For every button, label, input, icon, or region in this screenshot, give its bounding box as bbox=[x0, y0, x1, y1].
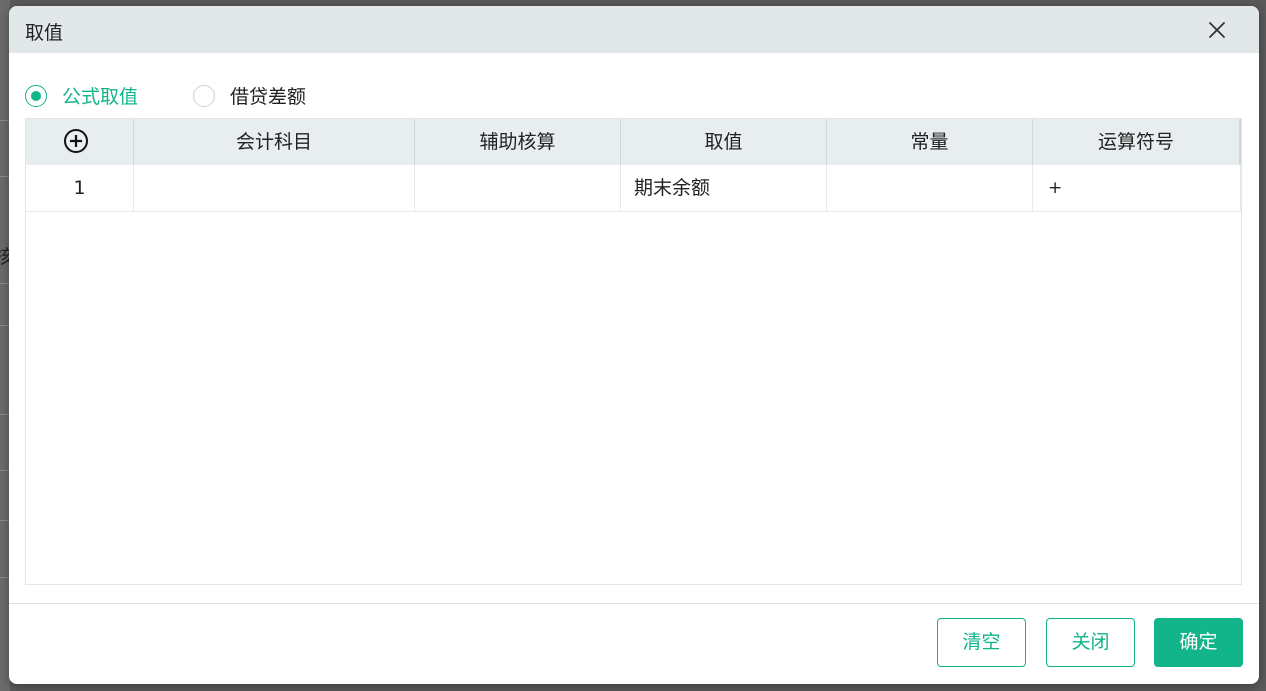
header-cell-add bbox=[26, 119, 134, 165]
header-cell-account: 会计科目 bbox=[134, 119, 415, 165]
header-cell-auxiliary: 辅助核算 bbox=[415, 119, 621, 165]
close-icon bbox=[1209, 22, 1225, 38]
footer-divider bbox=[9, 603, 1259, 604]
dialog-title: 取值 bbox=[25, 22, 64, 44]
cell-auxiliary[interactable] bbox=[415, 165, 621, 211]
radio-unchecked-icon bbox=[193, 84, 215, 107]
header-cell-constant: 常量 bbox=[827, 119, 1033, 165]
plus-circle-icon[interactable] bbox=[62, 127, 90, 155]
radio-debit-credit-diff[interactable]: 借贷差额 bbox=[193, 82, 306, 109]
radio-formula-value[interactable]: 公式取值 bbox=[25, 82, 138, 109]
formula-table: 会计科目 辅助核算 取值 常量 运算符号 1 期末余额 + bbox=[25, 118, 1242, 585]
close-dialog-button[interactable]: 关闭 bbox=[1046, 618, 1135, 667]
cell-account[interactable] bbox=[134, 165, 415, 211]
value-dialog: 取值 公式取值 借贷差额 会计科目 辅助核算 取值 常量 运算符号 1 期末余额… bbox=[9, 6, 1259, 684]
row-index: 1 bbox=[26, 165, 134, 211]
cell-constant[interactable] bbox=[827, 165, 1033, 211]
cell-value-type[interactable]: 期末余额 bbox=[621, 165, 827, 211]
radio-label: 借贷差额 bbox=[230, 86, 307, 108]
table-header: 会计科目 辅助核算 取值 常量 运算符号 bbox=[26, 119, 1241, 165]
cell-operator[interactable]: + bbox=[1033, 165, 1241, 211]
close-button[interactable] bbox=[1202, 15, 1232, 45]
radio-label: 公式取值 bbox=[62, 86, 139, 108]
header-cell-operator: 运算符号 bbox=[1033, 119, 1241, 165]
radio-checked-icon bbox=[25, 84, 47, 107]
table-row: 1 期末余额 + bbox=[26, 165, 1241, 212]
dialog-header: 取值 bbox=[9, 6, 1259, 53]
clear-button[interactable]: 清空 bbox=[937, 618, 1026, 667]
header-cell-value: 取值 bbox=[621, 119, 827, 165]
confirm-button[interactable]: 确定 bbox=[1154, 618, 1243, 667]
